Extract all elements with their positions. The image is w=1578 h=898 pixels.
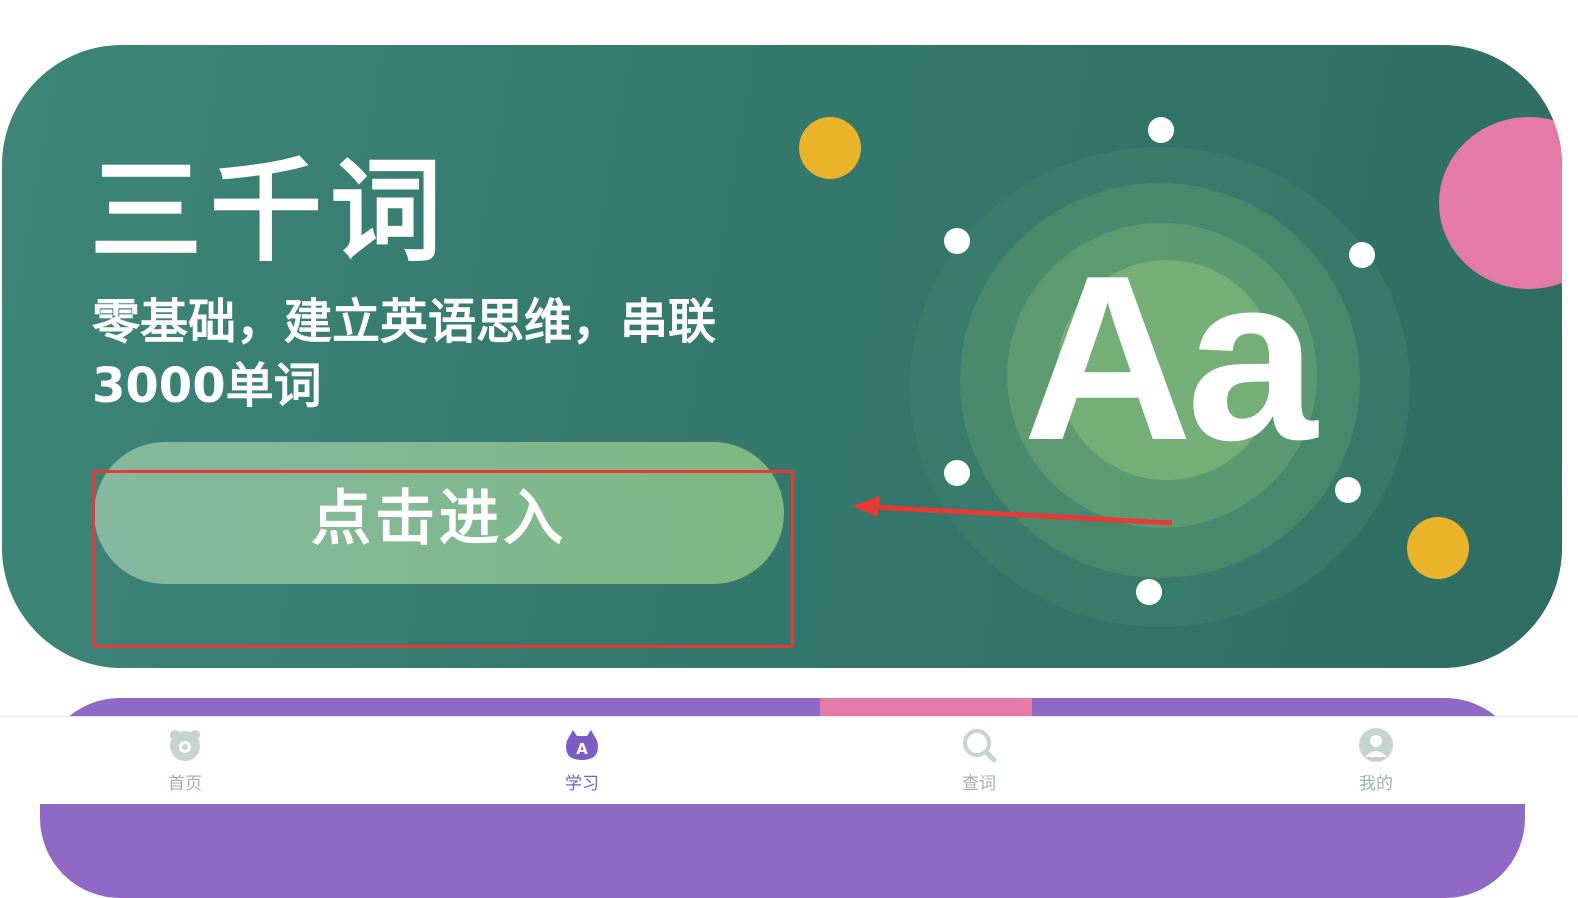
home-icon xyxy=(170,730,200,761)
study-icon: A xyxy=(566,730,598,760)
tab-label: 首页 xyxy=(168,774,202,794)
tab-label: 我的 xyxy=(1359,774,1393,794)
tab-profile[interactable]: 我的 xyxy=(1316,727,1436,794)
profile-icon xyxy=(1359,728,1393,762)
tab-lookup[interactable]: 查词 xyxy=(919,727,1039,794)
tab-label: 查词 xyxy=(962,774,996,794)
annotation-arrow xyxy=(852,496,1173,526)
svg-text:A: A xyxy=(576,740,588,758)
search-icon xyxy=(963,729,997,763)
course-card[interactable]: 三千词 零基础，建立英语思维，串联3000单词 点击进入 Aa xyxy=(2,45,1562,668)
tab-label: 学习 xyxy=(565,774,599,794)
tab-home[interactable]: 首页 xyxy=(125,727,245,794)
bottom-tab-bar: 首页 A 学习 查词 我的 xyxy=(0,716,1578,804)
tab-study[interactable]: A 学习 xyxy=(522,727,642,794)
